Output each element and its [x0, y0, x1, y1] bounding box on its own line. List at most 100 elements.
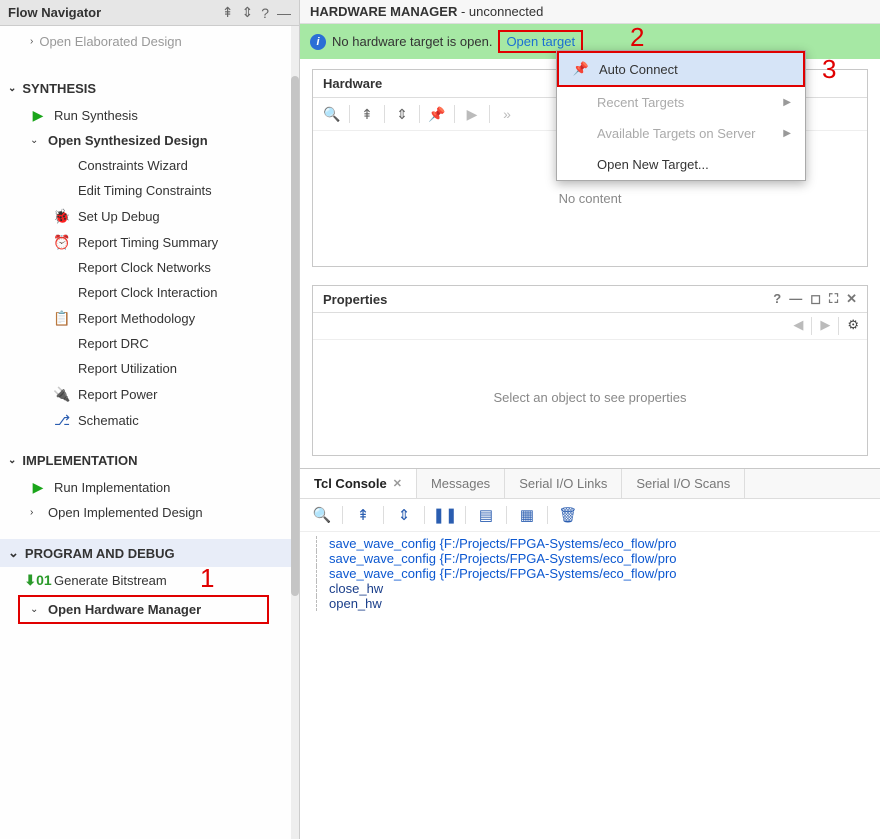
console-line: save_wave_config {F:/Projects/FPGA-Syste… — [316, 536, 870, 551]
sidebar-title: Flow Navigator — [8, 5, 101, 20]
clipboard-icon: 📋 — [54, 310, 70, 326]
console-line: open_hw — [316, 596, 870, 611]
tab-tcl-console[interactable]: Tcl Console ✕ — [300, 469, 417, 498]
maximize-icon[interactable]: ◻ — [810, 291, 821, 307]
generate-bitstream[interactable]: ⬇01 Generate Bitstream 1 — [0, 567, 299, 593]
scrollbar-track[interactable] — [291, 26, 299, 839]
bug-icon: 🐞 — [54, 208, 70, 224]
open-implemented-design[interactable]: › Open Implemented Design — [0, 500, 299, 525]
collapse-icon[interactable]: ⇞ — [356, 104, 378, 124]
console-toolbar: 🔍 ⇞ ⇕ ❚❚ ▤ ▦ 🗑 — [300, 499, 880, 532]
wrap-icon[interactable]: ▦ — [515, 505, 539, 525]
back-icon[interactable]: ◀ — [793, 317, 803, 335]
search-icon[interactable]: 🔍 — [321, 104, 343, 124]
expand-icon[interactable]: ⇕ — [392, 505, 416, 525]
section-synthesis[interactable]: ⌄ SYNTHESIS — [0, 75, 299, 102]
gear-icon[interactable]: ⚙ — [847, 317, 859, 335]
tab-messages[interactable]: Messages — [417, 469, 505, 498]
report-clock-interaction[interactable]: Report Clock Interaction — [0, 280, 299, 305]
chevron-down-icon: ⌄ — [30, 135, 40, 146]
nav-item-elaborated[interactable]: › Open Elaborated Design — [0, 32, 299, 51]
close-tab-icon[interactable]: ✕ — [393, 477, 402, 490]
bottom-tabs: Tcl Console ✕ Messages Serial I/O Links … — [300, 468, 880, 615]
more-icon[interactable]: » — [496, 104, 518, 124]
section-title: PROGRAM AND DEBUG — [25, 546, 175, 561]
play-icon[interactable]: ▶ — [461, 104, 483, 124]
tab-row: Tcl Console ✕ Messages Serial I/O Links … — [300, 469, 880, 499]
auto-connect-item[interactable]: 📌 Auto Connect — [557, 51, 805, 87]
annotation-2: 2 — [630, 22, 644, 53]
tab-serial-io-links[interactable]: Serial I/O Links — [505, 469, 622, 498]
open-hardware-manager[interactable]: ⌄ Open Hardware Manager — [18, 595, 269, 624]
report-drc[interactable]: Report DRC — [0, 331, 299, 356]
info-bar: i No hardware target is open. Open targe… — [300, 24, 880, 59]
chevron-down-icon: ⌄ — [8, 455, 16, 466]
recent-targets-item: Recent Targets ▶ — [557, 87, 805, 118]
tab-serial-io-scans[interactable]: Serial I/O Scans — [622, 469, 745, 498]
available-targets-item: Available Targets on Server ▶ — [557, 118, 805, 149]
schematic-icon: ⎇ — [54, 412, 70, 428]
auto-connect-icon: 📌 — [573, 61, 589, 77]
run-implementation[interactable]: ▶ Run Implementation — [0, 474, 299, 500]
header-title: HARDWARE MANAGER — [310, 4, 457, 19]
scroll-lock-icon[interactable]: ▤ — [474, 505, 498, 525]
open-new-target-label: Open New Target... — [597, 157, 709, 172]
plug-icon: 🔌 — [54, 386, 70, 402]
chevron-down-icon: ⌄ — [8, 83, 16, 94]
chevron-down-icon: ⌄ — [30, 604, 40, 615]
console-body[interactable]: save_wave_config {F:/Projects/FPGA-Syste… — [300, 532, 880, 615]
help-icon[interactable]: ? — [261, 5, 269, 21]
run-synthesis[interactable]: ▶ Run Synthesis — [0, 102, 299, 128]
chevron-right-icon: › — [30, 507, 40, 518]
recent-targets-label: Recent Targets — [597, 95, 684, 110]
open-target-dropdown: 📌 Auto Connect Recent Targets ▶ Availabl… — [556, 50, 806, 181]
expand-icon[interactable]: ⇕ — [241, 4, 253, 21]
report-clock-networks[interactable]: Report Clock Networks — [0, 255, 299, 280]
close-icon[interactable]: ✕ — [846, 291, 857, 307]
section-title: SYNTHESIS — [22, 81, 96, 96]
main-area: HARDWARE MANAGER - unconnected i No hard… — [300, 0, 880, 839]
info-text: No hardware target is open. — [332, 34, 492, 49]
play-icon: ▶ — [30, 107, 46, 123]
minimize-icon[interactable]: — — [789, 291, 802, 307]
scrollbar-thumb[interactable] — [291, 76, 299, 596]
collapse-icon[interactable]: ⇞ — [351, 505, 375, 525]
refresh-icon[interactable]: 📌 — [426, 104, 448, 124]
report-utilization[interactable]: Report Utilization — [0, 356, 299, 381]
setup-debug[interactable]: 🐞Set Up Debug — [0, 203, 299, 229]
clock-icon: ⏰ — [54, 234, 70, 250]
expand-icon[interactable]: ⇕ — [391, 104, 413, 124]
minimize-icon[interactable]: — — [277, 5, 291, 21]
properties-header: Properties ? — ◻ ⛶ ✕ — [313, 286, 867, 313]
section-title: IMPLEMENTATION — [22, 453, 137, 468]
sidebar-header: Flow Navigator ⇞ ⇕ ? — — [0, 0, 299, 26]
available-targets-label: Available Targets on Server — [597, 126, 756, 141]
collapse-all-icon[interactable]: ⇞ — [222, 4, 234, 21]
report-power[interactable]: 🔌Report Power — [0, 381, 299, 407]
bitstream-icon: ⬇01 — [30, 572, 46, 588]
properties-toolbar: ◀ ▶ ⚙ — [313, 313, 867, 340]
console-line: save_wave_config {F:/Projects/FPGA-Syste… — [316, 551, 870, 566]
chevron-down-icon: ⌄ — [8, 545, 19, 561]
header-suffix: - unconnected — [457, 4, 543, 19]
forward-icon[interactable]: ▶ — [820, 317, 830, 335]
flow-navigator-sidebar: Flow Navigator ⇞ ⇕ ? — › Open Elaborated… — [0, 0, 300, 839]
section-program-debug[interactable]: ⌄ PROGRAM AND DEBUG — [0, 539, 299, 567]
constraints-wizard[interactable]: Constraints Wizard — [0, 153, 299, 178]
report-methodology[interactable]: 📋Report Methodology — [0, 305, 299, 331]
console-line: save_wave_config {F:/Projects/FPGA-Syste… — [316, 566, 870, 581]
open-synthesized-design[interactable]: ⌄ Open Synthesized Design — [0, 128, 299, 153]
submenu-arrow-icon: ▶ — [783, 128, 791, 139]
search-icon[interactable]: 🔍 — [310, 505, 334, 525]
hardware-manager-header: HARDWARE MANAGER - unconnected — [300, 0, 880, 24]
pause-icon[interactable]: ❚❚ — [433, 505, 457, 525]
open-new-target-item[interactable]: Open New Target... — [557, 149, 805, 180]
clear-icon[interactable]: 🗑 — [556, 505, 580, 525]
schematic[interactable]: ⎇Schematic — [0, 407, 299, 433]
edit-timing-constraints[interactable]: Edit Timing Constraints — [0, 178, 299, 203]
restore-icon[interactable]: ⛶ — [829, 291, 838, 307]
section-implementation[interactable]: ⌄ IMPLEMENTATION — [0, 447, 299, 474]
help-icon[interactable]: ? — [773, 291, 781, 307]
report-timing-summary[interactable]: ⏰Report Timing Summary — [0, 229, 299, 255]
nav-body: › Open Elaborated Design ⌄ SYNTHESIS ▶ R… — [0, 26, 299, 839]
